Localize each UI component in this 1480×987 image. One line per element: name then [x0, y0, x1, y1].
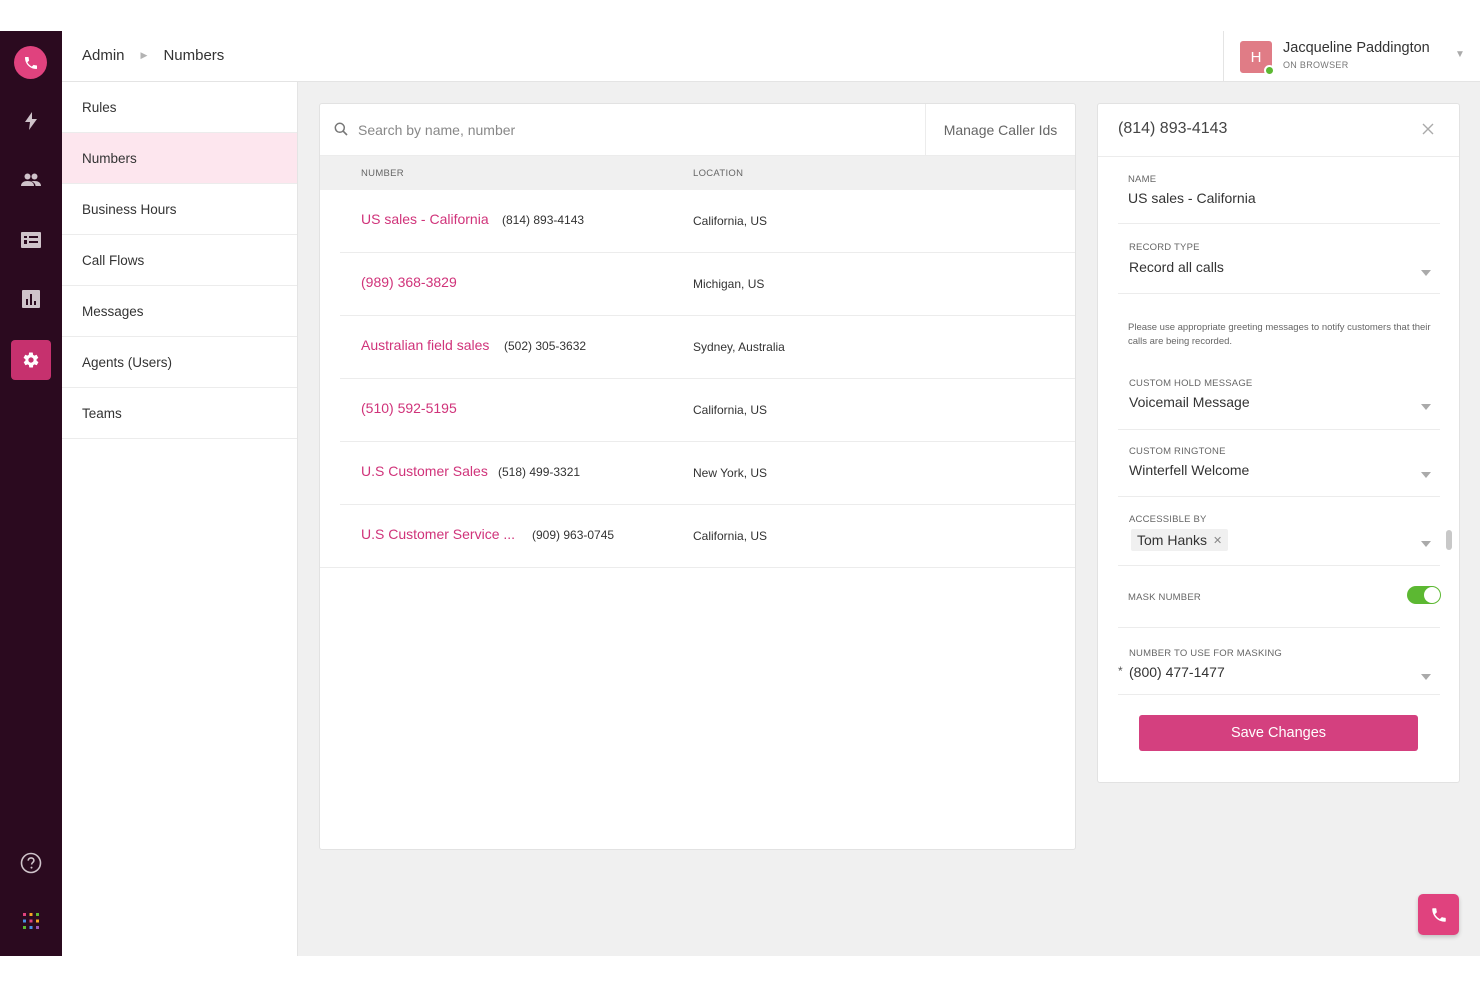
subnav-item-numbers[interactable]: Numbers [62, 133, 297, 184]
user-name: Jacqueline Paddington [1283, 40, 1430, 56]
toggle-knob [1424, 587, 1440, 603]
subnav-item-teams[interactable]: Teams [62, 388, 297, 439]
mask-number-toggle[interactable] [1407, 586, 1441, 604]
breadcrumb: Admin ▶ Numbers [82, 47, 224, 64]
ringtone-label: CUSTOM RINGTONE [1129, 446, 1226, 457]
search-icon [334, 122, 348, 136]
name-field[interactable]: NAME US sales - California [1118, 157, 1440, 224]
ringtone-select[interactable]: CUSTOM RINGTONE Winterfell Welcome [1118, 430, 1440, 497]
search-input[interactable] [358, 117, 918, 143]
column-header-location: LOCATION [693, 168, 744, 179]
breadcrumb-admin[interactable]: Admin [82, 47, 125, 64]
table-row[interactable]: U.S Customer Sales (518) 499-3321 New Yo… [340, 442, 1075, 505]
row-number-name[interactable]: Australian field sales [361, 337, 489, 353]
numbers-list-card: Manage Caller Ids NUMBER LOCATION US sal… [319, 103, 1076, 850]
record-type-label: RECORD TYPE [1129, 242, 1200, 253]
recording-notice: Please use appropriate greeting messages… [1128, 322, 1431, 347]
accessible-by-label: ACCESSIBLE BY [1129, 514, 1207, 525]
chevron-down-icon[interactable] [1421, 270, 1431, 276]
row-phone-number: (518) 499-3321 [498, 465, 581, 479]
chevron-down-icon[interactable] [1421, 674, 1431, 680]
dialer-fab[interactable] [1418, 894, 1459, 935]
chevron-down-icon[interactable] [1421, 541, 1431, 547]
manage-caller-ids-button[interactable]: Manage Caller Ids [925, 104, 1075, 156]
numbers-table-body: US sales - California (814) 893-4143 Cal… [320, 190, 1075, 568]
row-location: California, US [693, 403, 768, 417]
row-number-name[interactable]: (989) 368-3829 [361, 274, 457, 290]
ringtone-value[interactable]: Winterfell Welcome [1129, 462, 1249, 478]
subnav-item-messages[interactable]: Messages [62, 286, 297, 337]
remove-chip-icon[interactable]: ✕ [1213, 534, 1222, 547]
top-bar: Admin ▶ Numbers H Jacqueline Paddington … [62, 31, 1480, 82]
subnav-item-call-flows[interactable]: Call Flows [62, 235, 297, 286]
mask-number-row: MASK NUMBER [1118, 566, 1440, 628]
avatar-initial: H [1250, 48, 1262, 66]
record-type-select[interactable]: RECORD TYPE Record all calls [1118, 224, 1440, 294]
hold-message-value[interactable]: Voicemail Message [1129, 394, 1250, 410]
required-marker: * [1118, 664, 1123, 678]
chip-label: Tom Hanks [1137, 532, 1208, 548]
breadcrumb-separator-icon: ▶ [140, 50, 148, 60]
row-number-name[interactable]: US sales - California [361, 211, 489, 227]
table-row[interactable]: (989) 368-3829 Michigan, US [340, 253, 1075, 316]
row-number-name[interactable]: U.S Customer Service ... [361, 526, 515, 542]
chevron-down-icon[interactable] [1421, 404, 1431, 410]
masking-number-label: NUMBER TO USE FOR MASKING [1129, 648, 1282, 659]
scrollbar-thumb[interactable] [1446, 530, 1452, 550]
table-header: NUMBER LOCATION [320, 156, 1075, 190]
row-number-name[interactable]: (510) 592-5195 [361, 400, 457, 416]
row-location: New York, US [693, 466, 768, 480]
name-label: NAME [1128, 174, 1157, 185]
app-window: Admin ▶ Numbers H Jacqueline Paddington … [0, 31, 1480, 956]
breadcrumb-numbers: Numbers [163, 47, 225, 64]
gear-icon[interactable] [11, 340, 51, 380]
chevron-down-icon[interactable] [1421, 472, 1431, 478]
accessible-by-chip: Tom Hanks ✕ [1131, 529, 1229, 551]
user-menu[interactable]: H Jacqueline Paddington ON BROWSER ▼ [1223, 31, 1480, 82]
subnav-item-rules[interactable]: Rules [62, 82, 297, 133]
hold-message-select[interactable]: CUSTOM HOLD MESSAGE Voicemail Message [1118, 362, 1440, 430]
row-location: California, US [693, 529, 768, 543]
hold-message-label: CUSTOM HOLD MESSAGE [1129, 378, 1253, 389]
apps-grid-icon[interactable] [11, 901, 51, 941]
avatar: H [1240, 41, 1275, 76]
phone-icon[interactable] [14, 46, 47, 79]
row-location: California, US [693, 214, 768, 228]
detail-title: (814) 893-4143 [1118, 120, 1228, 137]
subnav-item-agents[interactable]: Agents (Users) [62, 337, 297, 388]
column-header-number: NUMBER [361, 168, 404, 179]
table-row[interactable]: U.S Customer Service ... (909) 963-0745 … [320, 505, 1075, 568]
record-type-value[interactable]: Record all calls [1129, 259, 1224, 275]
subnav-item-business-hours[interactable]: Business Hours [62, 184, 297, 235]
help-icon[interactable] [11, 843, 51, 883]
bolt-icon[interactable] [11, 101, 51, 141]
admin-subnav: Rules Numbers Business Hours Call Flows … [62, 82, 298, 956]
row-phone-number: (502) 305-3632 [504, 339, 587, 353]
contact-card-icon[interactable] [11, 220, 51, 260]
search-bar: Manage Caller Ids [320, 104, 1075, 156]
detail-header: (814) 893-4143 [1098, 104, 1459, 157]
table-row[interactable]: (510) 592-5195 California, US [340, 379, 1075, 442]
masking-number-select[interactable]: NUMBER TO USE FOR MASKING (800) 477-1477 [1118, 628, 1440, 695]
masking-number-value[interactable]: (800) 477-1477 [1129, 664, 1225, 680]
bar-chart-icon[interactable] [11, 279, 51, 319]
mask-number-label: MASK NUMBER [1128, 592, 1201, 603]
save-changes-button[interactable]: Save Changes [1139, 715, 1418, 751]
name-value[interactable]: US sales - California [1128, 190, 1256, 206]
user-status: ON BROWSER [1283, 60, 1349, 70]
row-phone-number: (814) 893-4143 [502, 213, 585, 227]
row-phone-number: (909) 963-0745 [532, 528, 615, 542]
phone-icon [1431, 907, 1446, 922]
row-location: Sydney, Australia [693, 340, 785, 354]
number-detail-panel: (814) 893-4143 NAME US sales - Californi… [1097, 103, 1460, 783]
online-status-dot [1264, 65, 1275, 76]
row-location: Michigan, US [693, 277, 765, 291]
table-row[interactable]: Australian field sales (502) 305-3632 Sy… [340, 316, 1075, 379]
close-icon[interactable] [1422, 123, 1434, 135]
icon-rail [0, 31, 62, 956]
people-icon[interactable] [11, 160, 51, 200]
chevron-down-icon[interactable]: ▼ [1455, 49, 1465, 60]
table-row[interactable]: US sales - California (814) 893-4143 Cal… [340, 190, 1075, 253]
row-number-name[interactable]: U.S Customer Sales [361, 463, 488, 479]
